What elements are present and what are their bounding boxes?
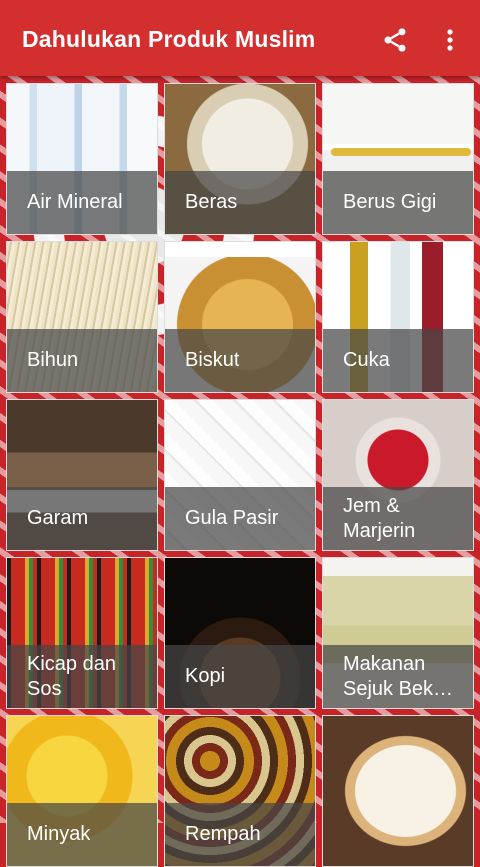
category-label: Kicap dan Sos [27, 652, 116, 700]
category-tile[interactable]: Rempah [164, 715, 316, 867]
category-label: Kopi [185, 665, 226, 687]
category-label: Air Mineral [27, 191, 123, 213]
category-label: Cuka [343, 349, 390, 371]
category-tile[interactable]: Air Mineral [6, 83, 158, 235]
category-label: Berus Gigi [343, 191, 437, 213]
category-label: Gula Pasir [185, 507, 279, 529]
category-label: Jem & Marjerin [343, 494, 416, 542]
category-tile[interactable]: Biskut [164, 241, 316, 393]
category-tile[interactable]: Kopi [164, 557, 316, 709]
category-tile[interactable]: Jem & Marjerin [322, 399, 474, 551]
category-label: Biskut [185, 349, 240, 371]
category-label: Rempah [185, 823, 261, 845]
category-tile[interactable]: Gula Pasir [164, 399, 316, 551]
bread-image [323, 716, 473, 866]
category-tile[interactable]: Cuka [322, 241, 474, 393]
app-title: Dahulukan Produk Muslim [22, 26, 316, 52]
category-label: Garam [27, 507, 89, 529]
more-vert-icon[interactable] [440, 26, 460, 54]
share-icon[interactable] [381, 26, 409, 54]
category-label: Beras [185, 191, 238, 213]
category-tile[interactable]: Berus Gigi [322, 83, 474, 235]
category-label: Minyak [27, 823, 91, 845]
category-tile[interactable]: Bihun [6, 241, 158, 393]
category-tile[interactable]: Makanan Sejuk Bek… [322, 557, 474, 709]
category-tile[interactable]: Garam [6, 399, 158, 551]
category-tile[interactable]: Minyak [6, 715, 158, 867]
category-tile[interactable]: Beras [164, 83, 316, 235]
app-bar: Dahulukan Produk Muslim [0, 0, 480, 76]
category-tile[interactable]: Kicap dan Sos [6, 557, 158, 709]
category-label: Bihun [27, 349, 79, 371]
category-label: Makanan Sejuk Bek… [343, 652, 454, 700]
category-grid: Air Mineral Beras Berus Gigi Bihun Bisku… [0, 76, 480, 867]
category-tile[interactable] [322, 715, 474, 867]
